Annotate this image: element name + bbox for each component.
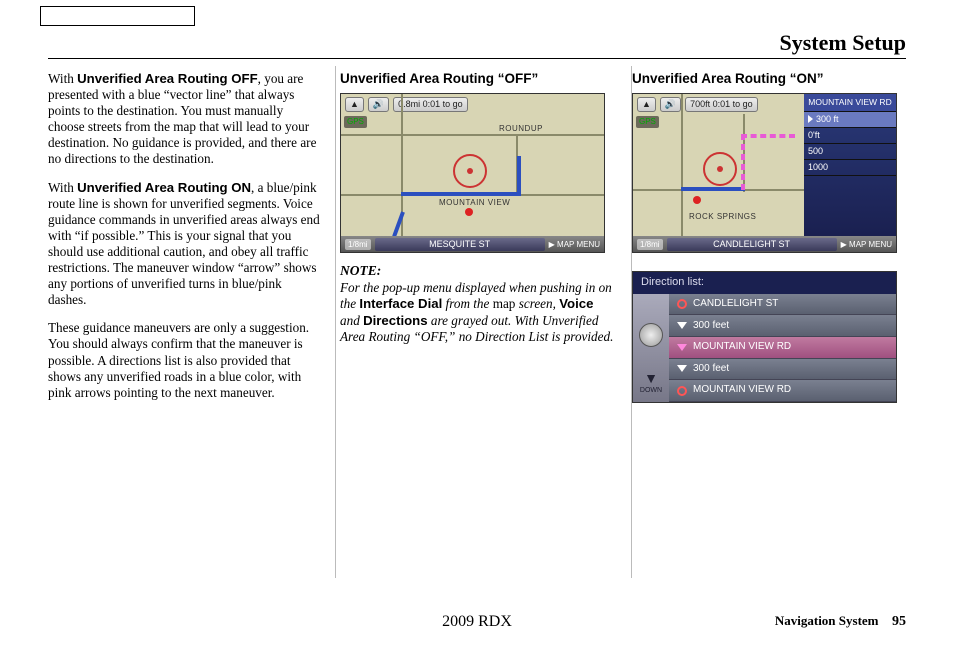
map-screenshot-off: ▲ 🔊 0.8mi 0:01 to go GPS ROUNDUP MOUNTAI… [340, 93, 605, 253]
direction-row[interactable]: MOUNTAIN VIEW RD [669, 380, 896, 402]
direction-list-title: Direction list: [633, 272, 896, 293]
turn-arrow-icon [677, 365, 687, 372]
para-suggestion: These guidance maneuvers are only a sugg… [48, 320, 322, 400]
column-divider [335, 66, 336, 578]
page-number: 95 [892, 614, 906, 629]
maneuver-road: MOUNTAIN VIEW RD [804, 94, 896, 111]
destination-icon [677, 299, 687, 309]
maneuver-distance: 300 ft [804, 112, 896, 128]
note-body: For the pop-up menu displayed when pushi… [340, 280, 614, 346]
header-empty-box [40, 6, 195, 26]
road-label-mtnview: MOUNTAIN VIEW [439, 198, 510, 208]
map-menu-button[interactable]: ▶ MAP MENU [549, 240, 600, 250]
destination-icon [453, 154, 487, 188]
map-scale: 1/8mi [637, 239, 663, 251]
note-label: NOTE: [340, 263, 614, 279]
map-menu-button[interactable]: ▶ MAP MENU [841, 240, 892, 250]
distance-time: 700ft 0:01 to go [685, 97, 758, 112]
maneuver-panel: MOUNTAIN VIEW RD 300 ft 0'ft 500 1000 [804, 94, 896, 236]
direction-row[interactable]: CANDLELIGHT ST [669, 294, 896, 316]
scale-tick: 500 [804, 144, 896, 160]
current-street: CANDLELIGHT ST [667, 238, 837, 251]
arrow-icon [808, 115, 813, 123]
column-3: Unverified Area Routing “ON” ▲ 🔊 700ft 0… [632, 71, 906, 413]
destination-icon [703, 152, 737, 186]
page-footer: 2009 RDX Navigation System 95 [48, 613, 906, 630]
scale-tick: 1000 [804, 160, 896, 176]
column-1: With Unverified Area Routing OFF, you ar… [48, 71, 322, 413]
column-2: Unverified Area Routing “OFF” ▲ 🔊 0.8mi … [340, 71, 614, 413]
direction-row[interactable]: 300 feet [669, 359, 896, 381]
page-header: System Setup [48, 30, 906, 59]
footer-section: Navigation System [775, 613, 879, 628]
dial-knob-icon[interactable] [639, 323, 663, 347]
map-scale: 1/8mi [345, 239, 371, 251]
turn-arrow-icon [677, 344, 687, 351]
waypoint-icon [465, 208, 473, 216]
north-icon: ▲ [637, 97, 656, 112]
voice-icon: 🔊 [368, 97, 389, 112]
north-icon: ▲ [345, 97, 364, 112]
current-street: MESQUITE ST [375, 238, 545, 251]
gps-indicator: GPS [636, 116, 659, 128]
down-arrow-icon[interactable]: ▼ [640, 370, 662, 387]
map-screenshot-on: ▲ 🔊 700ft 0:01 to go GPS ROCK SPRINGS MO… [632, 93, 897, 253]
direction-row[interactable]: 300 feet [669, 315, 896, 337]
destination-icon [677, 386, 687, 396]
road-label-roundup: ROUNDUP [499, 124, 543, 134]
turn-arrow-icon [677, 322, 687, 329]
distance-time: 0.8mi 0:01 to go [393, 97, 468, 112]
down-label: DOWN [640, 387, 662, 396]
gps-indicator: GPS [344, 116, 367, 128]
model-year: 2009 RDX [442, 613, 512, 631]
voice-icon: 🔊 [660, 97, 681, 112]
direction-row[interactable]: MOUNTAIN VIEW RD [669, 337, 896, 359]
subhead-off: Unverified Area Routing “OFF” [340, 71, 614, 87]
para-on: With Unverified Area Routing ON, a blue/… [48, 180, 322, 309]
page-title: System Setup [48, 30, 906, 56]
subhead-on: Unverified Area Routing “ON” [632, 71, 906, 87]
scale-tick: 0'ft [804, 128, 896, 144]
road-label-rocksprings: ROCK SPRINGS [689, 212, 756, 222]
para-off: With Unverified Area Routing OFF, you ar… [48, 71, 322, 168]
direction-list-panel: Direction list: ▼ DOWN CANDLELIGHT ST 30… [632, 271, 897, 403]
waypoint-icon [693, 196, 701, 204]
